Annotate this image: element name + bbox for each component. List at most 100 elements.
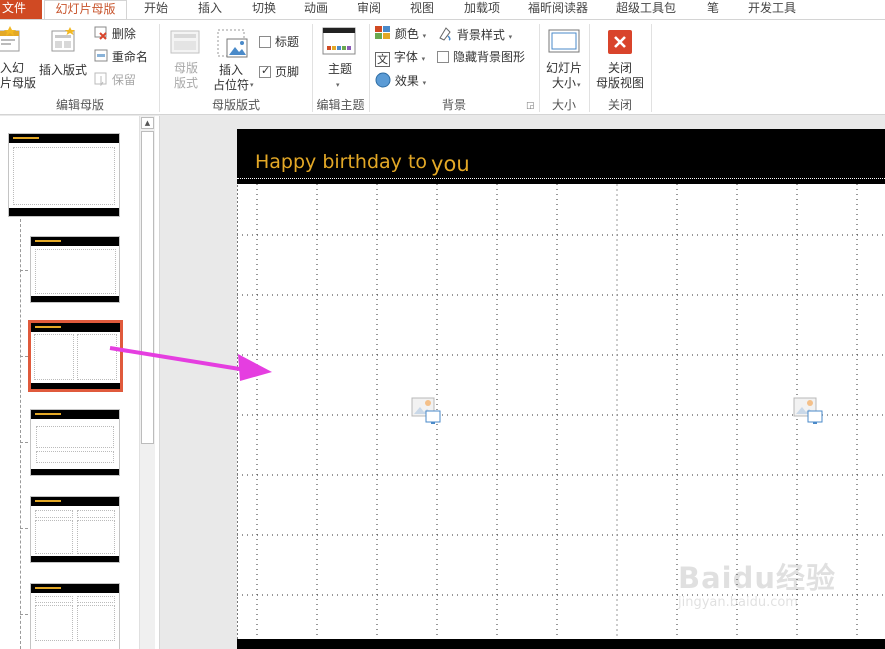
layout-thumbnail-selected[interactable] — [28, 320, 123, 392]
placeholder-icon — [217, 29, 248, 58]
group-label-background: 背景 — [441, 98, 466, 112]
chevron-down-icon: ▾ — [250, 81, 254, 89]
layout-tree-tick — [20, 614, 28, 615]
thumbnail-placeholder — [77, 605, 115, 641]
layout-tree-tick — [20, 528, 28, 529]
rename-label: 重命名 — [111, 50, 148, 64]
thumbnail-footer-bar — [31, 296, 119, 302]
tab-developer[interactable]: 开发工具 — [740, 0, 804, 19]
close-master-view-label-2: 母版视图 — [595, 76, 644, 90]
thumbnail-placeholder — [34, 334, 74, 380]
layout-thumbnail[interactable] — [30, 496, 120, 563]
layout-tree-tick — [20, 442, 28, 443]
dialog-launcher-icon[interactable]: ◲ — [526, 101, 535, 111]
thumbnail-footer-bar — [31, 469, 119, 475]
title-checkbox-box[interactable] — [259, 36, 271, 48]
tab-view[interactable]: 视图 — [402, 0, 442, 19]
tab-slide-master[interactable]: 幻灯片母版 — [44, 0, 127, 20]
baidu-watermark: Baidu经验 jingyan.baidu.com — [678, 555, 836, 610]
background-styles-button[interactable]: 背景样式 ▾ — [437, 26, 512, 45]
footer-checkbox[interactable]: 页脚 — [259, 63, 299, 80]
slide-footer-bar — [237, 639, 885, 649]
hide-background-graphics-label: 隐藏背景图形 — [453, 50, 526, 64]
colors-label: 颜色 — [394, 27, 419, 41]
preserve-button[interactable]: 保留 — [94, 72, 136, 88]
thumbnail-scrollbar[interactable]: ▲ — [139, 116, 155, 649]
slide-title-text[interactable]: Happy birthday to you — [255, 149, 470, 176]
group-label-close: 关闭 — [607, 98, 632, 112]
thumbnail-placeholder — [35, 510, 73, 518]
effects-button[interactable]: 效果 ▾ — [375, 72, 426, 91]
master-layout-button[interactable]: 母版 版式 — [166, 22, 206, 92]
insert-placeholder-label-1: 插入 — [218, 63, 243, 77]
footer-checkbox-box[interactable] — [259, 63, 271, 79]
powerpoint-window: 文件 幻灯片母版 开始 插入 切换 动画 审阅 视图 加载项 福昕阅读器 超级工… — [0, 0, 885, 649]
colors-button[interactable]: 颜色 ▾ — [375, 26, 426, 44]
effects-icon — [375, 72, 391, 88]
thumbnail-footer-bar — [9, 208, 119, 216]
thumbnail-title-bar — [9, 134, 119, 143]
themes-label: 主题 — [327, 62, 352, 76]
scrollbar-thumb[interactable] — [141, 131, 154, 444]
group-label-size: 大小 — [551, 98, 576, 112]
tab-insert[interactable]: 插入 — [190, 0, 230, 19]
thumbnail-footer-bar — [31, 556, 119, 562]
thumbnail-title-bar — [31, 410, 119, 419]
preserve-icon — [94, 72, 107, 87]
rename-button[interactable]: 重命名 — [94, 49, 148, 65]
tab-file[interactable]: 文件 — [0, 0, 42, 19]
insert-layout-button[interactable]: 插入版式 — [38, 22, 88, 92]
close-master-view-button[interactable]: 关闭 母版视图 — [592, 22, 648, 92]
chevron-down-icon: ▾ — [422, 79, 427, 87]
insert-placeholder-button[interactable]: 插入 占位符 ▾ — [206, 22, 256, 92]
delete-button[interactable]: 删除 — [94, 26, 136, 42]
layout-thumbnail[interactable] — [30, 409, 120, 476]
tab-transitions[interactable]: 切换 — [244, 0, 284, 19]
tab-animations[interactable]: 动画 — [296, 0, 336, 19]
thumbnail-placeholder — [35, 596, 73, 603]
insert-slide-master-label-2: 片母版 — [0, 76, 37, 90]
colors-icon — [375, 26, 390, 39]
scroll-up-arrow-icon[interactable]: ▲ — [141, 117, 154, 129]
insert-placeholder-label-2: 占位符 — [212, 78, 249, 92]
layout-thumbnail[interactable] — [30, 236, 120, 303]
picture-placeholder-icon[interactable] — [411, 397, 443, 429]
hide-background-graphics-checkbox[interactable]: 隐藏背景图形 — [437, 49, 525, 65]
thumbnail-placeholder — [77, 596, 115, 603]
group-separator — [651, 24, 652, 112]
thumbnail-placeholder — [35, 520, 73, 554]
background-styles-label: 背景样式 — [456, 28, 505, 42]
close-icon — [608, 30, 632, 54]
tab-review[interactable]: 审阅 — [349, 0, 389, 19]
tab-addins[interactable]: 加载项 — [456, 0, 508, 19]
chevron-down-icon: ▾ — [421, 55, 426, 63]
master-layout-icon — [170, 30, 200, 54]
thumbnail-title-bar — [31, 237, 119, 246]
tab-pen[interactable]: 笔 — [698, 0, 728, 19]
layout-icon — [51, 27, 75, 52]
group-label-edit-master: 编辑母版 — [55, 98, 104, 112]
themes-button[interactable]: 主题 ▾ — [318, 22, 362, 92]
hide-background-graphics-box[interactable] — [437, 51, 449, 63]
chevron-down-icon: ▾ — [508, 33, 513, 41]
tab-home[interactable]: 开始 — [136, 0, 176, 19]
thumbnail-title-bar — [31, 323, 120, 332]
picture-placeholder-icon[interactable] — [793, 397, 825, 429]
fonts-icon: 文 — [375, 52, 390, 67]
tab-foxit-reader[interactable]: 福昕阅读器 — [522, 0, 594, 19]
theme-icon — [322, 27, 356, 55]
insert-slide-master-button[interactable]: 入幻 片母版 — [0, 22, 36, 92]
delete-icon — [94, 26, 107, 40]
title-checkbox[interactable]: 标题 — [259, 34, 299, 50]
slide-size-button[interactable]: 幻灯片 大小 ▾ — [541, 22, 587, 92]
chevron-down-icon: ▾ — [577, 81, 581, 89]
fonts-label: 字体 — [393, 50, 418, 64]
layout-thumbnail[interactable] — [30, 583, 120, 649]
slide-title-placeholder[interactable]: Happy birthday to you — [237, 129, 885, 184]
slide-title-part2: you — [431, 152, 470, 176]
fonts-button[interactable]: 文 字体 ▾ — [375, 49, 425, 67]
tab-super-tools[interactable]: 超级工具包 — [610, 0, 682, 19]
master-layout-label-2: 版式 — [173, 76, 198, 90]
slide-master-thumbnail[interactable] — [8, 133, 120, 217]
ribbon-tab-bar: 文件 幻灯片母版 开始 插入 切换 动画 审阅 视图 加载项 福昕阅读器 超级工… — [0, 0, 885, 20]
